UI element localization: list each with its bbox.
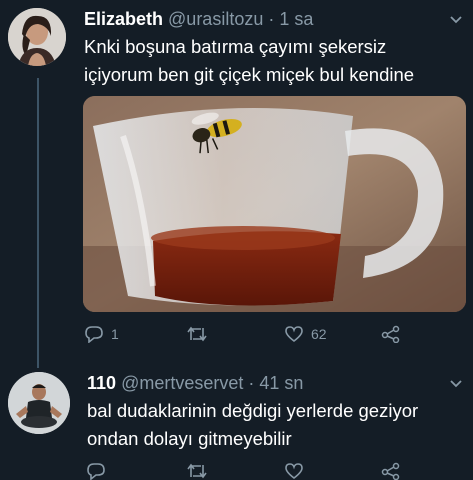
avatar[interactable] bbox=[8, 372, 70, 434]
handle[interactable]: @urasiltozu bbox=[168, 9, 263, 29]
avatar-photo bbox=[8, 8, 66, 66]
reply-icon bbox=[87, 463, 105, 480]
avatar-photo bbox=[8, 372, 70, 434]
reply-button[interactable] bbox=[86, 462, 106, 480]
timestamp[interactable]: 1 sa bbox=[279, 9, 313, 29]
tweet-header: Elizabeth @urasiltozu · 1 sa bbox=[84, 9, 313, 30]
avatar[interactable] bbox=[8, 8, 66, 66]
tweet-text: Knki boşuna batırma çayımı şekersiz içiy… bbox=[84, 33, 414, 89]
separator-dot: · bbox=[248, 373, 255, 393]
like-button[interactable] bbox=[284, 462, 304, 480]
timestamp[interactable]: 41 sn bbox=[259, 373, 303, 393]
tweet-text-line: Knki boşuna batırma çayımı şekersiz bbox=[84, 36, 387, 57]
handle[interactable]: @mertveservet bbox=[121, 373, 243, 393]
tweet-text-line: bal dudaklarinin değdigi yerlerde geziyo… bbox=[87, 400, 419, 421]
like-icon bbox=[285, 463, 303, 480]
tweet-media-photo[interactable] bbox=[83, 96, 466, 312]
tweet-text-line: içiyorum ben git çiçek miçek bul kendine bbox=[84, 64, 415, 85]
separator-dot: · bbox=[268, 9, 275, 29]
reply-count: 1 bbox=[111, 326, 119, 342]
tweet-header: 110 @mertveservet · 41 sn bbox=[87, 373, 303, 394]
like-count: 62 bbox=[311, 326, 327, 342]
display-name[interactable]: 110 bbox=[87, 373, 116, 393]
like-icon bbox=[285, 326, 303, 343]
like-button[interactable]: 62 bbox=[284, 325, 327, 343]
share-button[interactable] bbox=[381, 325, 401, 343]
share-icon bbox=[381, 462, 400, 480]
thread-connector-line bbox=[37, 78, 39, 368]
reply-icon bbox=[85, 326, 103, 343]
share-icon bbox=[381, 325, 400, 343]
chevron-down-icon[interactable] bbox=[449, 12, 463, 28]
tweet-text: bal dudaklarinin değdigi yerlerde geziyo… bbox=[87, 397, 418, 453]
retweet-icon bbox=[187, 326, 207, 342]
reply-button[interactable]: 1 bbox=[84, 325, 119, 343]
chevron-down-icon[interactable] bbox=[449, 376, 463, 392]
display-name[interactable]: Elizabeth bbox=[84, 9, 163, 29]
wasp-on-tea-glass-photo bbox=[83, 96, 466, 312]
share-button[interactable] bbox=[381, 462, 401, 480]
retweet-icon bbox=[187, 463, 207, 479]
retweet-button[interactable] bbox=[186, 325, 215, 343]
retweet-button[interactable] bbox=[186, 462, 208, 480]
tweet-text-line: ondan dolayı gitmeyebilir bbox=[87, 428, 292, 449]
